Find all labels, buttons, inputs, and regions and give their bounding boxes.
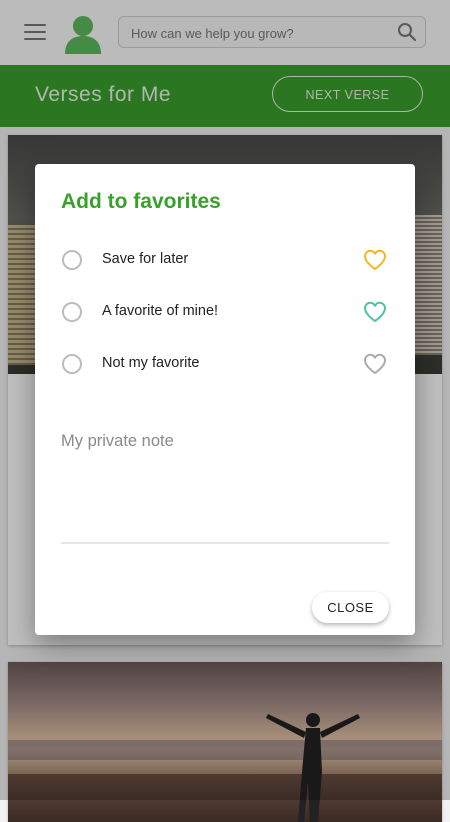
option-label: A favorite of mine!: [102, 303, 219, 319]
option-favorite-of-mine[interactable]: A favorite of mine!: [35, 292, 415, 332]
option-label: Not my favorite: [102, 355, 200, 371]
private-note-input[interactable]: [61, 432, 389, 532]
close-button[interactable]: CLOSE: [312, 592, 389, 623]
option-not-my-favorite[interactable]: Not my favorite: [35, 344, 415, 384]
option-label: Save for later: [102, 251, 189, 267]
private-note-field[interactable]: [61, 432, 389, 544]
heart-outline-icon[interactable]: [363, 301, 387, 323]
add-to-favorites-dialog: Add to favorites Save for later A favori…: [35, 164, 415, 635]
heart-outline-icon[interactable]: [363, 249, 387, 271]
radio-button[interactable]: [62, 250, 82, 270]
option-save-for-later[interactable]: Save for later: [35, 240, 415, 280]
dialog-title: Add to favorites: [61, 190, 221, 213]
radio-button[interactable]: [62, 354, 82, 374]
heart-outline-icon[interactable]: [363, 353, 387, 375]
radio-button[interactable]: [62, 302, 82, 322]
